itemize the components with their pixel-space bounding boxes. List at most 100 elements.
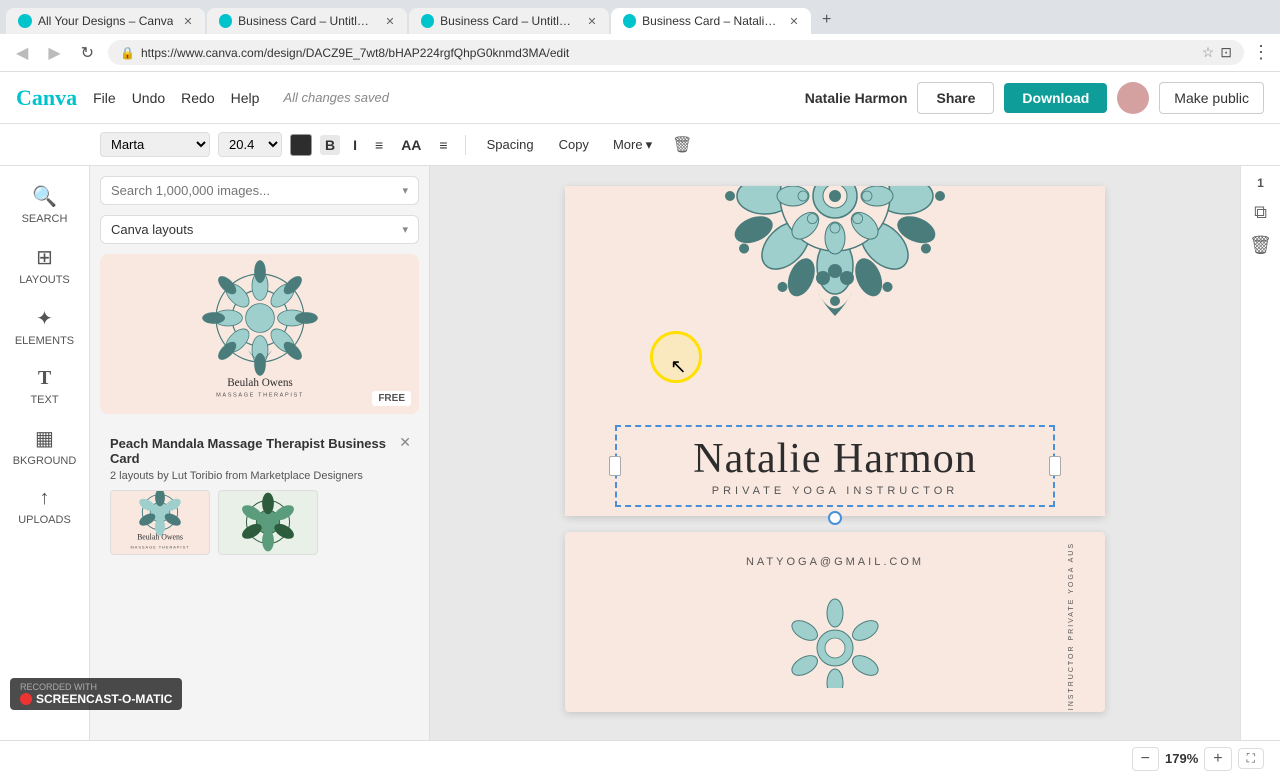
screencast-label: RECORDED WITH [20, 682, 172, 692]
layout-select-text: Canva layouts [111, 222, 402, 237]
zoom-minus-button[interactable]: − [1132, 747, 1159, 771]
delete-page-icon[interactable]: 🗑 [1249, 235, 1272, 256]
trash-button[interactable]: 🗑 [672, 135, 692, 155]
template-card[interactable]: Beulah Owens MASSAGE THERAPIST FREE [100, 254, 419, 414]
business-card-2[interactable]: NATYOGA@GMAIL.COM [565, 532, 1105, 712]
screencast-dot [20, 693, 32, 705]
font-family-select[interactable]: Marta [100, 132, 210, 157]
align-button[interactable]: ≡ [370, 135, 388, 155]
reload-button[interactable]: ↻ [75, 41, 100, 65]
background-icon: ▦ [35, 426, 54, 451]
tab-label-1: All Your Designs – Canva [38, 14, 173, 28]
header-right: Natalie Harmon Share Download Make publi… [805, 82, 1264, 114]
font-size-select[interactable]: 20.4 [218, 132, 282, 157]
user-name[interactable]: Natalie Harmon [805, 90, 908, 106]
zoom-level: 179% [1165, 751, 1198, 766]
favicon-4 [623, 14, 637, 28]
template-meta: 2 layouts by Lut Toribio from Marketplac… [110, 470, 409, 482]
sidebar-label-search: SEARCH [22, 213, 68, 225]
sidebar-item-elements[interactable]: ✦ ELEMENTS [5, 298, 85, 355]
rotate-handle[interactable] [828, 511, 842, 525]
forward-button[interactable]: ▶ [42, 41, 66, 65]
zoom-plus-button[interactable]: + [1204, 747, 1231, 771]
tab-bc-2[interactable]: Business Card – Untitled... ✕ [409, 8, 609, 34]
share-button[interactable]: Share [917, 82, 994, 114]
canvas-container: Natalie Harmon PRIVATE YOGA INSTRUCTOR N… [565, 186, 1105, 720]
mandala-bottom-svg [735, 588, 935, 688]
italic-button[interactable]: I [348, 135, 362, 155]
menu-help[interactable]: Help [231, 90, 260, 106]
sidebar-item-layouts[interactable]: ⊞ LAYOUTS [5, 237, 85, 294]
bookmark-icon[interactable]: ☆ [1202, 44, 1215, 61]
menu-file[interactable]: File [93, 90, 116, 106]
color-picker[interactable] [290, 134, 312, 156]
template-preview: Beulah Owens MASSAGE THERAPIST FREE [100, 254, 419, 414]
canvas-area[interactable]: ↖ [430, 166, 1240, 740]
template-thumb-2[interactable] [218, 490, 318, 555]
favicon-2 [219, 14, 233, 28]
sidebar: 🔍 SEARCH ⊞ LAYOUTS ✦ ELEMENTS T TEXT ▦ B… [0, 166, 90, 740]
more-button[interactable]: More ▾ [605, 134, 660, 156]
uploads-icon: ↑ [40, 487, 50, 510]
search-dropdown-icon[interactable]: ▾ [402, 184, 408, 197]
sidebar-label-uploads: UPLOADS [18, 514, 71, 526]
favicon-1 [18, 14, 32, 28]
saved-status: All changes saved [283, 90, 389, 105]
close-info-button[interactable]: ✕ [399, 434, 411, 451]
menu-redo[interactable]: Redo [181, 90, 214, 106]
tab-close-3[interactable]: ✕ [587, 15, 596, 28]
sub-title-text[interactable]: PRIVATE YOGA INSTRUCTOR [637, 485, 1033, 497]
sidebar-item-uploads[interactable]: ↑ UPLOADS [5, 479, 85, 534]
selection-handle-left[interactable] [609, 456, 621, 476]
selection-handle-right[interactable] [1049, 456, 1061, 476]
tab-close-4[interactable]: ✕ [789, 15, 798, 28]
search-input[interactable] [111, 183, 402, 198]
template-mandala-svg: Beulah Owens MASSAGE THERAPIST [150, 254, 370, 414]
template-info-panel: ✕ Peach Mandala Massage Therapist Busine… [100, 426, 419, 565]
address-bar[interactable]: 🔒 https://www.canva.com/design/DACZ9E_7w… [108, 40, 1244, 65]
layout-select[interactable]: Canva layouts ▾ [100, 215, 419, 244]
spacing-button[interactable]: Spacing [478, 133, 543, 156]
download-button[interactable]: Download [1004, 83, 1107, 113]
tab-bc-1[interactable]: Business Card – Untitled... ✕ [207, 8, 407, 34]
case-button[interactable]: AA [396, 135, 426, 155]
elements-icon: ✦ [36, 306, 53, 331]
page-number: 1 [1257, 176, 1264, 190]
sidebar-item-background[interactable]: ▦ BKGROUND [5, 418, 85, 475]
tab-close-1[interactable]: ✕ [183, 15, 192, 28]
back-button[interactable]: ◀ [10, 41, 34, 65]
favicon-3 [421, 14, 435, 28]
sidebar-label-elements: ELEMENTS [15, 335, 74, 347]
sidebar-item-search[interactable]: 🔍 SEARCH [5, 176, 85, 233]
copy-button[interactable]: Copy [551, 134, 597, 155]
screencast-badge: RECORDED WITH SCREENCAST-O-MATIC [10, 678, 182, 710]
browser-menu-button[interactable]: ⋮ [1252, 42, 1270, 63]
address-text: https://www.canva.com/design/DACZ9E_7wt8… [141, 46, 1196, 60]
sidebar-label-background: BKGROUND [13, 455, 77, 467]
svg-text:MASSAGE THERAPIST: MASSAGE THERAPIST [131, 544, 190, 549]
tab-all-designs[interactable]: All Your Designs – Canva ✕ [6, 8, 205, 34]
avatar[interactable] [1117, 82, 1149, 114]
business-card-1[interactable]: Natalie Harmon PRIVATE YOGA INSTRUCTOR [565, 186, 1105, 516]
canva-logo: Canva [16, 85, 77, 111]
sidebar-item-text[interactable]: T TEXT [5, 359, 85, 414]
bold-button[interactable]: B [320, 135, 340, 155]
tab-close-2[interactable]: ✕ [385, 15, 394, 28]
copy-page-icon[interactable]: ⧉ [1254, 202, 1267, 223]
search-box[interactable]: ▾ [100, 176, 419, 205]
list-button[interactable]: ≡ [434, 135, 452, 155]
extension-icon[interactable]: ⊡ [1220, 44, 1232, 61]
main-name-text[interactable]: Natalie Harmon [637, 435, 1033, 483]
divider-1 [465, 135, 466, 155]
tab-bc-natalie[interactable]: Business Card – Natalie ... ✕ [611, 8, 811, 34]
tab-label-4: Business Card – Natalie ... [642, 14, 779, 28]
content-panel: ▾ Canva layouts ▾ [90, 166, 430, 740]
menu-undo[interactable]: Undo [132, 90, 165, 106]
fullscreen-button[interactable]: ⛶ [1238, 748, 1264, 769]
sidebar-label-layouts: LAYOUTS [19, 274, 70, 286]
new-tab-button[interactable]: + [813, 6, 841, 34]
make-public-button[interactable]: Make public [1159, 82, 1264, 114]
layout-select-arrow-icon: ▾ [402, 223, 408, 236]
email-text[interactable]: NATYOGA@GMAIL.COM [746, 556, 924, 568]
template-thumb-1[interactable]: Beulah Owens MASSAGE THERAPIST [110, 490, 210, 555]
